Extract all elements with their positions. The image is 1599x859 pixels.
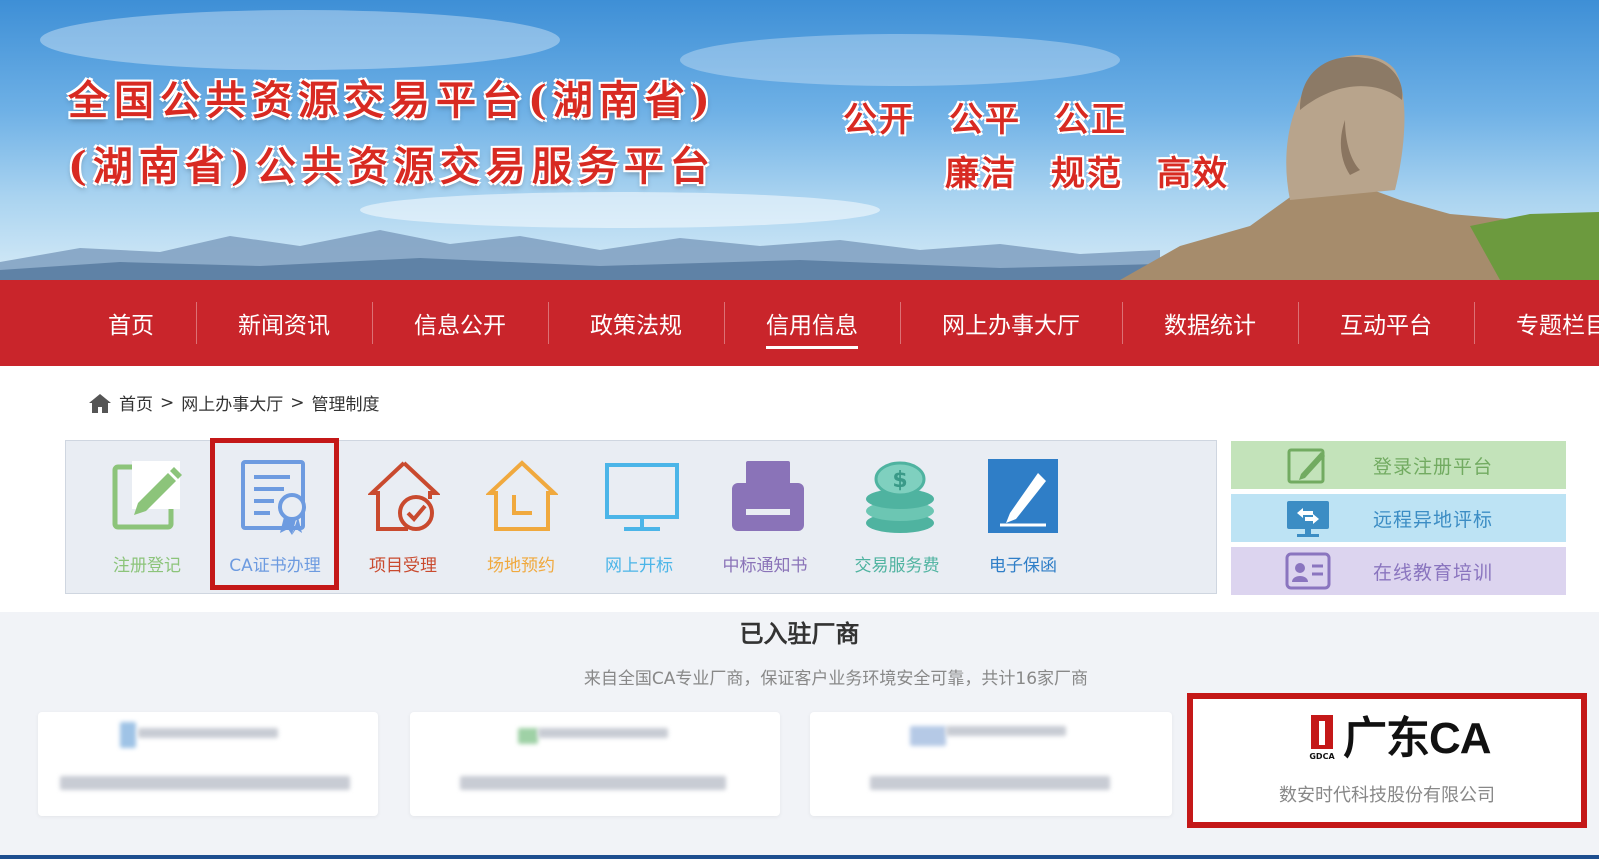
service-online-bid-opening-label: 网上开标 — [605, 556, 673, 576]
service-transaction-fee[interactable]: $ 交易服务费 — [836, 441, 958, 595]
banner-title-line2: (湖南省)公共资源交易服务平台 — [68, 143, 716, 190]
quick-link-remote-evaluation-label: 远程异地评标 — [1373, 508, 1494, 531]
service-ca-certificate[interactable]: CA证书办理 — [214, 441, 336, 595]
vendor-company-blurred — [60, 776, 350, 790]
printer-icon — [732, 461, 804, 531]
header-banner: 全国公共资源交易平台(湖南省) (湖南省)公共资源交易服务平台 公开 公平 公正 廉… — [0, 0, 1599, 280]
house-check-icon — [368, 461, 440, 531]
quick-link-login-register-label: 登录注册平台 — [1373, 455, 1494, 478]
nav-item-interaction[interactable]: 互动平台 — [1298, 280, 1474, 366]
service-register-label: 注册登记 — [113, 556, 181, 576]
service-online-bid-opening[interactable]: 网上开标 — [578, 441, 700, 595]
breadcrumb-home-link[interactable]: 首页 — [119, 390, 153, 415]
breadcrumb-separator: > — [290, 392, 305, 413]
service-award-notice[interactable]: 中标通知书 — [704, 441, 826, 595]
breadcrumb-current: 管理制度 — [311, 395, 380, 415]
nav-item-statistics[interactable]: 数据统计 — [1122, 280, 1298, 366]
service-ca-certificate-label: CA证书办理 — [229, 556, 321, 576]
remote-screen-icon — [1287, 501, 1329, 537]
vendor-logo-blurred — [910, 726, 946, 746]
nav-item-policies[interactable]: 政策法规 — [548, 280, 724, 366]
gdca-logo: GDCA 广东CA — [1309, 714, 1492, 763]
vendor-card[interactable] — [38, 712, 378, 816]
vendors-title: 已入驻厂商 — [739, 620, 860, 648]
svg-text:GDCA: GDCA — [1309, 752, 1335, 761]
service-venue-booking[interactable]: 场地预约 — [460, 441, 582, 595]
breadcrumb-separator: > — [160, 392, 175, 413]
vendor-name-blurred — [538, 728, 668, 738]
house-l-icon — [486, 460, 558, 531]
service-transaction-fee-label: 交易服务费 — [854, 556, 940, 576]
quick-link-login-register[interactable]: 登录注册平台 — [1231, 441, 1566, 489]
nav-item-home[interactable]: 首页 — [66, 280, 196, 366]
breadcrumb: 首页 > 网上办事大厅 > 管理制度 — [88, 390, 380, 415]
vendor-card[interactable] — [810, 712, 1172, 816]
coins-icon: $ — [866, 461, 934, 533]
vendor-logo-blurred — [120, 722, 136, 748]
banner-slogan-line1: 公开 公平 公正 — [843, 100, 1127, 140]
footer-edge — [0, 855, 1599, 859]
service-panel: 注册登记 CA证书办理 项目受理 场地预约 网上开标 中标通知书 $ 交易服务费… — [65, 440, 1217, 594]
vendor-logo-blurred — [518, 728, 538, 744]
pen-document-icon — [988, 459, 1058, 533]
vendor-card[interactable] — [410, 712, 780, 816]
edit-icon — [1287, 448, 1325, 484]
gdca-company-name: 数安时代科技股份有限公司 — [1279, 785, 1495, 806]
home-icon — [89, 393, 111, 413]
service-award-notice-label: 中标通知书 — [722, 556, 808, 576]
nav-item-credit-info[interactable]: 信用信息 — [724, 280, 900, 366]
vendor-name-blurred — [138, 728, 278, 738]
register-pencil-icon — [112, 461, 182, 530]
vendor-company-blurred — [460, 776, 726, 790]
service-project-acceptance[interactable]: 项目受理 — [342, 441, 464, 595]
nav-item-special-topics[interactable]: 专题栏目 — [1474, 280, 1599, 366]
id-card-icon — [1285, 552, 1331, 590]
quick-link-remote-evaluation[interactable]: 远程异地评标 — [1231, 494, 1566, 542]
nav-item-info-disclosure[interactable]: 信息公开 — [372, 280, 548, 366]
gdca-logo-text: 广东CA — [1343, 714, 1492, 763]
ca-certificate-icon — [241, 460, 306, 535]
gdca-emblem-icon: GDCA — [1309, 715, 1335, 761]
breadcrumb-online-hall-link[interactable]: 网上办事大厅 — [181, 390, 283, 415]
vendors-subtitle: 来自全国CA专业厂商，保证客户业务环境安全可靠，共计16家厂商 — [583, 669, 1089, 689]
nav-item-news[interactable]: 新闻资讯 — [196, 280, 372, 366]
banner-title-line1: 全国公共资源交易平台(湖南省) — [68, 77, 716, 124]
service-electronic-guarantee[interactable]: 电子保函 — [962, 441, 1084, 595]
monitor-icon — [605, 463, 679, 531]
quick-link-online-training-label: 在线教育培训 — [1373, 561, 1494, 584]
quick-link-online-training[interactable]: 在线教育培训 — [1231, 547, 1566, 595]
main-nav: 首页 新闻资讯 信息公开 政策法规 信用信息 网上办事大厅 数据统计 互动平台 … — [0, 280, 1599, 366]
nav-item-online-service-hall[interactable]: 网上办事大厅 — [900, 280, 1122, 366]
vendor-name-blurred — [946, 726, 1066, 736]
vendor-company-blurred — [870, 776, 1110, 790]
service-register[interactable]: 注册登记 — [86, 441, 208, 595]
vendor-card-gdca-highlighted[interactable]: GDCA 广东CA 数安时代科技股份有限公司 — [1187, 693, 1587, 828]
svg-text:$: $ — [892, 468, 907, 493]
banner-slogan-line2: 廉洁 规范 高效 — [945, 154, 1229, 194]
service-electronic-guarantee-label: 电子保函 — [989, 556, 1057, 576]
